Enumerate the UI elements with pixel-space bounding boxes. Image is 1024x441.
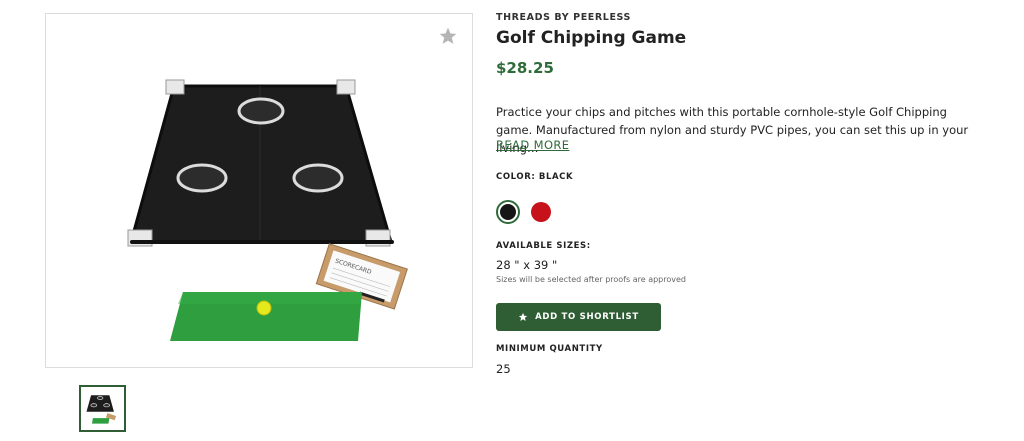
star-icon (518, 312, 528, 321)
minimum-quantity-value: 25 (496, 362, 511, 376)
color-swatch-red[interactable] (531, 202, 551, 222)
size-note: Sizes will be selected after proofs are … (496, 275, 686, 284)
size-value: 28 " x 39 " (496, 258, 558, 272)
add-to-shortlist-button[interactable]: ADD TO SHORTLIST (496, 303, 661, 331)
product-image: SCORECARD (127, 79, 408, 341)
golf-ball (256, 300, 272, 316)
color-label: COLOR: BLACK (496, 172, 574, 182)
favorite-star-icon[interactable] (438, 26, 458, 46)
product-title: Golf Chipping Game (496, 28, 687, 48)
net-hole (237, 97, 285, 125)
product-thumbnail[interactable] (79, 385, 126, 432)
available-sizes-label: AVAILABLE SIZES: (496, 241, 591, 251)
net-hole (176, 163, 228, 193)
product-price: $28.25 (496, 59, 554, 77)
color-swatch-black[interactable] (496, 200, 520, 224)
product-image-frame: SCORECARD (45, 13, 473, 368)
net-hole (292, 163, 344, 193)
add-to-shortlist-label: ADD TO SHORTLIST (535, 312, 639, 322)
read-more-link[interactable]: READ MORE (496, 138, 569, 152)
thumbnail-image (86, 395, 117, 424)
brand-name: THREADS BY PEERLESS (496, 12, 631, 23)
minimum-quantity-label: MINIMUM QUANTITY (496, 344, 603, 354)
